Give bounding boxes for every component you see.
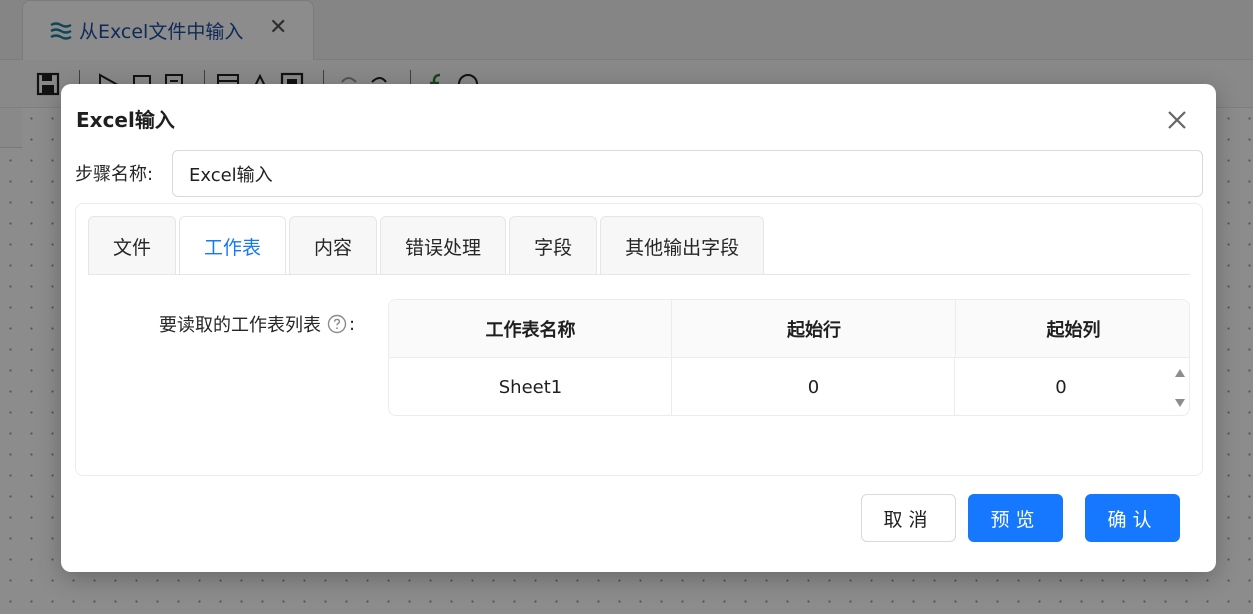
- sheets-label-text: 要读取的工作表列表: [159, 315, 321, 336]
- step-name-input[interactable]: [172, 150, 1203, 197]
- scroll-down-icon[interactable]: [1173, 396, 1187, 410]
- cell-start-col[interactable]: 0: [955, 358, 1167, 415]
- settings-panel: 文件 工作表 内容 错误处理 字段 其他输出字段 要读取的工作表列表 : 工作表…: [75, 203, 1203, 476]
- table-row[interactable]: Sheet1 0 0: [389, 358, 1167, 415]
- tab-other-output-fields[interactable]: 其他输出字段: [600, 216, 765, 275]
- step-name-label: 步骤名称:: [75, 164, 154, 185]
- sheet-table: 工作表名称 起始行 起始列 Sheet1 0 0: [388, 299, 1190, 416]
- tab-error-handling[interactable]: 错误处理: [380, 216, 507, 275]
- tab-bar: 文件 工作表 内容 错误处理 字段 其他输出字段: [88, 216, 767, 275]
- sheets-label-colon: :: [349, 313, 356, 335]
- cell-start-row[interactable]: 0: [672, 358, 955, 415]
- cancel-button[interactable]: 取消: [861, 494, 956, 542]
- sheets-to-read-label: 要读取的工作表列表 :: [159, 311, 355, 337]
- table-header: 工作表名称 起始行 起始列: [389, 300, 1189, 358]
- tab-file[interactable]: 文件: [88, 216, 177, 275]
- column-header-sheet-name: 工作表名称: [485, 320, 576, 341]
- tab-divider: [88, 274, 1190, 275]
- dialog-title: Excel输入: [76, 108, 175, 132]
- tab-fields[interactable]: 字段: [509, 216, 598, 275]
- cell-sheet-name[interactable]: Sheet1: [389, 358, 672, 415]
- confirm-button[interactable]: 确认: [1085, 494, 1180, 542]
- tab-content[interactable]: 内容: [289, 216, 378, 275]
- preview-button[interactable]: 预览: [968, 494, 1063, 542]
- excel-input-dialog: Excel输入 步骤名称: 文件 工作表 内容 错误处理 字段 其他输出字段 要…: [61, 84, 1216, 572]
- column-header-start-col: 起始列: [1046, 320, 1101, 341]
- column-header-start-row: 起始行: [787, 320, 841, 341]
- question-circle-icon[interactable]: [327, 314, 347, 334]
- tab-worksheet[interactable]: 工作表: [179, 216, 287, 275]
- scroll-up-icon[interactable]: [1173, 366, 1187, 380]
- close-icon[interactable]: [1163, 106, 1191, 134]
